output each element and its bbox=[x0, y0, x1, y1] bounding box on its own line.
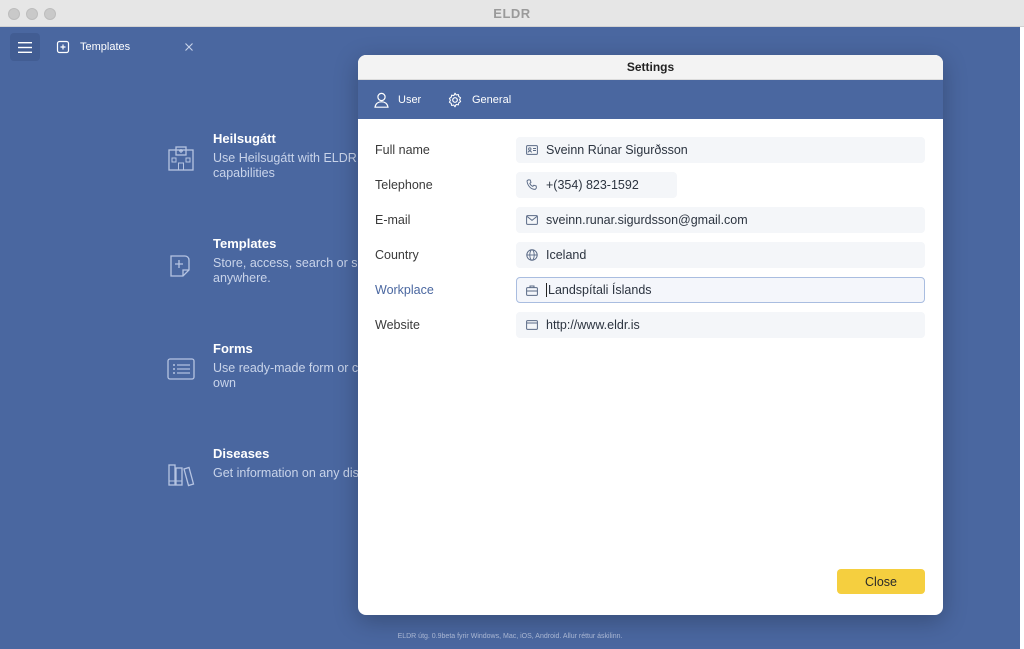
menu-button[interactable] bbox=[10, 33, 40, 61]
full-name-row: Full name Sveinn Rúnar Sigurðsson bbox=[358, 137, 943, 164]
home-item-title: Heilsugátt bbox=[213, 131, 276, 146]
field-value: Landspítali Íslands bbox=[548, 283, 652, 297]
briefcase-icon bbox=[526, 285, 538, 296]
home-item-heilsugatt[interactable]: Heilsugátt Use Heilsugátt with ELDR capa… bbox=[166, 131, 366, 191]
tab-general[interactable]: General bbox=[447, 91, 511, 109]
home-item-description: Get information on any dis bbox=[213, 466, 359, 480]
home-item-title: Forms bbox=[213, 341, 253, 356]
user-icon bbox=[374, 92, 389, 108]
field-value: sveinn.runar.sigurdsson@gmail.com bbox=[546, 213, 748, 227]
workplace-row: Workplace Landspítali Íslands bbox=[358, 277, 943, 304]
field-label: Workplace bbox=[375, 283, 434, 297]
field-value: +(354) 823-1592 bbox=[546, 178, 639, 192]
close-button[interactable]: Close bbox=[837, 569, 925, 594]
home-item-templates[interactable]: Templates Store, access, search or s any… bbox=[166, 236, 366, 296]
field-label: Website bbox=[375, 318, 420, 332]
settings-dialog: Settings User General Full name Sveinn R… bbox=[358, 55, 943, 615]
home-item-title: Templates bbox=[213, 236, 277, 251]
form-list-icon bbox=[167, 358, 195, 380]
gear-icon bbox=[448, 92, 462, 108]
home-item-forms[interactable]: Forms Use ready-made form or c own bbox=[166, 341, 366, 401]
email-row: E-mail sveinn.runar.sigurdsson@gmail.com bbox=[358, 207, 943, 234]
tab-user[interactable]: User bbox=[374, 91, 421, 109]
home-item-description: Use ready-made form or c own bbox=[213, 361, 359, 390]
window-title: ELDR bbox=[493, 6, 531, 21]
tab-label: Templates bbox=[80, 41, 131, 53]
email-field[interactable]: sveinn.runar.sigurdsson@gmail.com bbox=[516, 207, 925, 233]
full-name-field[interactable]: Sveinn Rúnar Sigurðsson bbox=[516, 137, 925, 163]
telephone-field[interactable]: +(354) 823-1592 bbox=[516, 172, 677, 198]
field-value: Sveinn Rúnar Sigurðsson bbox=[546, 143, 688, 157]
phone-icon bbox=[526, 179, 537, 190]
background-edge bbox=[1020, 27, 1024, 649]
field-label: E-mail bbox=[375, 213, 411, 227]
text-caret bbox=[546, 283, 547, 297]
document-plus-icon bbox=[170, 255, 190, 277]
field-label: Country bbox=[375, 248, 419, 262]
id-card-icon bbox=[526, 145, 538, 155]
close-icon[interactable] bbox=[182, 40, 196, 54]
website-row: Website http://www.eldr.is bbox=[358, 312, 943, 339]
window-titlebar: ELDR bbox=[0, 0, 1024, 27]
tab-templates[interactable]: Templates bbox=[52, 33, 202, 61]
field-value: Iceland bbox=[546, 248, 587, 262]
books-icon bbox=[168, 464, 195, 487]
settings-tabs: User General bbox=[358, 80, 943, 119]
globe-icon bbox=[526, 249, 538, 261]
tab-label: User bbox=[398, 94, 422, 106]
document-plus-icon bbox=[56, 40, 70, 54]
home-item-description: Store, access, search or s anywhere. bbox=[213, 256, 358, 285]
browser-window-icon bbox=[526, 320, 538, 330]
home-item-diseases[interactable]: Diseases Get information on any dis bbox=[166, 446, 366, 506]
country-field[interactable]: Iceland bbox=[516, 242, 925, 268]
country-row: Country Iceland bbox=[358, 242, 943, 269]
hospital-icon bbox=[168, 146, 194, 171]
website-field[interactable]: http://www.eldr.is bbox=[516, 312, 925, 338]
field-label: Telephone bbox=[375, 178, 433, 192]
workplace-field[interactable]: Landspítali Íslands bbox=[516, 277, 925, 303]
telephone-row: Telephone +(354) 823-1592 bbox=[358, 172, 943, 199]
dialog-title: Settings bbox=[358, 55, 943, 80]
field-value: http://www.eldr.is bbox=[546, 318, 640, 332]
home-item-description: Use Heilsugátt with ELDR capabilities bbox=[213, 151, 357, 180]
footer-copyright: ELDR útg. 0.9beta fyrir Windows, Mac, iO… bbox=[397, 633, 623, 640]
field-label: Full name bbox=[375, 143, 430, 157]
hamburger-icon bbox=[18, 41, 32, 53]
mail-icon bbox=[526, 215, 538, 225]
tab-label: General bbox=[472, 94, 512, 106]
home-item-title: Diseases bbox=[213, 446, 270, 461]
